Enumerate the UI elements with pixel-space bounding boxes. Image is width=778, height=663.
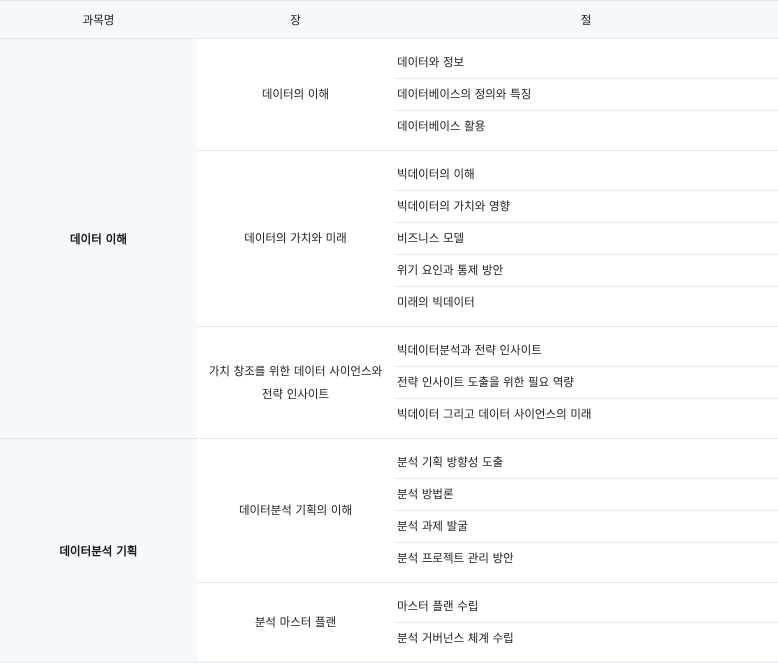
subject-cell: 데이터분석 기획 bbox=[0, 438, 197, 663]
section-item: 빅데이터 그리고 데이터 사이언스의 미래 bbox=[397, 407, 592, 421]
section-item: 비즈니스 모델 bbox=[394, 223, 778, 255]
section-item: 데이터와 정보 bbox=[394, 47, 778, 79]
section-cell: 마스터 플랜 수립 분석 거버넌스 체계 수립 bbox=[394, 582, 778, 663]
section-item: 데이터베이스 활용 bbox=[397, 119, 486, 133]
header-subject: 과목명 bbox=[0, 0, 197, 39]
section-item: 분석 프로젝트 관리 방안 bbox=[397, 551, 514, 565]
section-item: 분석 방법론 bbox=[394, 479, 778, 511]
chapter-title: 가치 창조를 위한 데이터 사이언스와 전략 인사이트 bbox=[208, 363, 383, 401]
chapter-cell: 분석 마스터 플랜 bbox=[197, 582, 394, 663]
chapter-title: 데이터분석 기획의 이해 bbox=[238, 503, 353, 517]
table-row: 데이터분석 기획 데이터분석 기획의 이해 분석 기획 방향성 도출 분석 방법… bbox=[0, 438, 778, 663]
table-row: 데이터 이해 데이터의 이해 데이터와 정보 데이터베이스의 정의와 특징 데이… bbox=[0, 38, 778, 439]
chapter-cell: 데이터분석 기획의 이해 bbox=[197, 438, 394, 583]
section-item: 마스터 플랜 수립 bbox=[394, 591, 778, 623]
chapter-cell: 데이터의 가치와 미래 bbox=[197, 150, 394, 327]
section-item: 미래의 빅데이터 bbox=[397, 295, 475, 309]
section-cell: 데이터와 정보 데이터베이스의 정의와 특징 데이터베이스 활용 bbox=[394, 38, 778, 151]
section-item: 빅데이터의 이해 bbox=[394, 159, 778, 191]
header-section: 절 bbox=[394, 0, 778, 39]
chapter-title: 분석 마스터 플랜 bbox=[254, 615, 337, 629]
subject-cell: 데이터 이해 bbox=[0, 38, 197, 439]
section-item: 빅데이터의 가치와 영향 bbox=[394, 191, 778, 223]
section-cell: 분석 기획 방향성 도출 분석 방법론 분석 과제 발굴 분석 프로젝트 관리 … bbox=[394, 438, 778, 583]
section-item: 전략 인사이트 도출을 위한 필요 역량 bbox=[394, 367, 778, 399]
section-item: 빅데이터분석과 전략 인사이트 bbox=[394, 335, 778, 367]
section-cell: 빅데이터의 이해 빅데이터의 가치와 영향 비즈니스 모델 위기 요인과 통제 … bbox=[394, 150, 778, 327]
chapter-title: 데이터의 이해 bbox=[261, 87, 330, 101]
chapter-title: 데이터의 가치와 미래 bbox=[244, 231, 347, 245]
section-item: 위기 요인과 통제 방안 bbox=[394, 255, 778, 287]
chapter-cell: 데이터의 이해 bbox=[197, 38, 394, 151]
section-item: 분석 기획 방향성 도출 bbox=[394, 447, 778, 479]
table-header-row: 과목명 장 절 bbox=[0, 0, 778, 39]
chapter-cell: 가치 창조를 위한 데이터 사이언스와 전략 인사이트 bbox=[197, 326, 394, 439]
header-chapter: 장 bbox=[197, 0, 394, 39]
section-item: 데이터베이스의 정의와 특징 bbox=[394, 79, 778, 111]
curriculum-table: 과목명 장 절 데이터 이해 데이터의 이해 데이터와 정보 데이터베이스의 정… bbox=[0, 0, 778, 663]
section-cell: 빅데이터분석과 전략 인사이트 전략 인사이트 도출을 위한 필요 역량 빅데이… bbox=[394, 326, 778, 439]
section-item: 분석 과제 발굴 bbox=[394, 511, 778, 543]
section-item: 분석 거버넌스 체계 수립 bbox=[397, 631, 514, 645]
